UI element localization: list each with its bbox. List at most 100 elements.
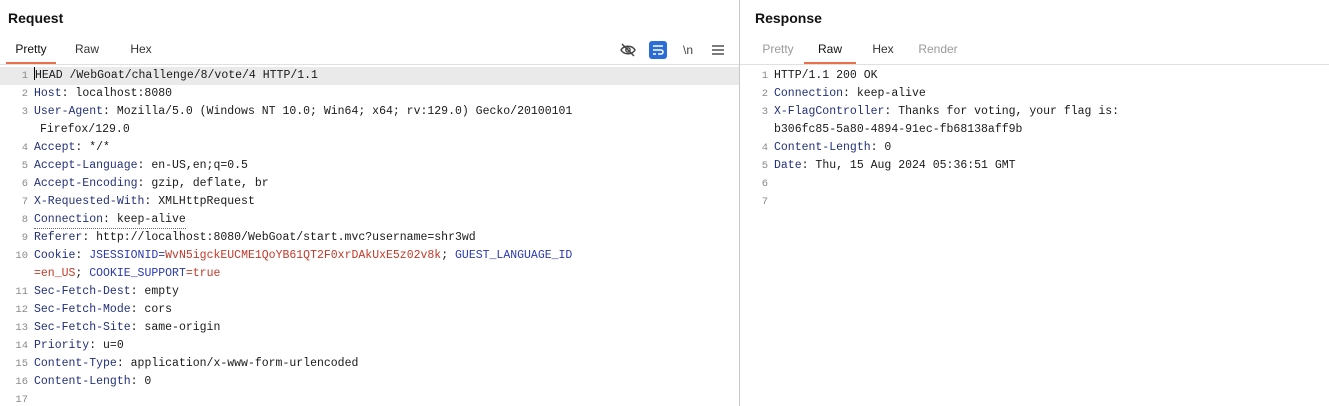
line-number: 3: [761, 106, 768, 118]
cookie-name: GUEST_LANGUAGE_ID: [455, 249, 573, 262]
cookie-name: COOKIE_SUPPORT: [89, 267, 186, 280]
request-title: Request: [8, 10, 64, 26]
request-tabs: Pretty Raw Hex: [6, 40, 164, 64]
request-line: 12 Sec-Fetch-Mode: cors: [0, 301, 739, 319]
line-number: 6: [21, 178, 28, 190]
status-line: HTTP/1.1 200 OK: [774, 69, 878, 82]
request-line-continuation: =en_US; COOKIE_SUPPORT=true: [0, 265, 739, 283]
line-number: [0, 121, 34, 139]
line-number: 5: [21, 160, 28, 172]
line-number: 11: [15, 286, 28, 298]
request-line: 16 Content-Length: 0: [0, 373, 739, 391]
header-value: http://localhost:8080/WebGoat/start.mvc?…: [89, 231, 476, 244]
header-name: Connection: [774, 87, 844, 100]
request-line: 10 Cookie: JSESSIONID=WvN5igckEUCME1QoYB…: [0, 247, 739, 265]
request-tab-hex[interactable]: Hex: [118, 40, 164, 64]
line-number: 15: [15, 358, 28, 370]
request-line: 4 Accept: */*: [0, 139, 739, 157]
line-number: 9: [21, 232, 28, 244]
response-tab-pretty[interactable]: Pretty: [752, 40, 804, 64]
response-tab-separator: [740, 64, 1329, 65]
header-value: gzip, deflate, br: [144, 177, 269, 190]
header-value: XMLHttpRequest: [151, 195, 255, 208]
header-name: Content-Type: [34, 357, 117, 370]
response-line: 3 X-FlagController: Thanks for voting, y…: [740, 103, 1329, 121]
response-editor[interactable]: 1 HTTP/1.1 200 OK 2 Connection: keep-ali…: [740, 67, 1329, 406]
header-value: Thanks for voting, your flag is:: [891, 105, 1120, 118]
request-line: 7 X-Requested-With: XMLHttpRequest: [0, 193, 739, 211]
header-name: X-Requested-With: [34, 195, 145, 208]
response-title: Response: [755, 10, 822, 26]
header-name: Host: [34, 87, 62, 100]
header-name: Cookie: [34, 249, 76, 262]
header-name: Accept-Encoding: [34, 177, 138, 190]
header-name: Sec-Fetch-Dest: [34, 285, 131, 298]
line-number: 7: [761, 196, 768, 208]
header-name: Accept: [34, 141, 76, 154]
line-number: 14: [15, 340, 28, 352]
line-number: 2: [761, 88, 768, 100]
header-value: Mozilla/5.0 (Windows NT 10.0; Win64; x64…: [109, 105, 573, 118]
line-number: [0, 265, 34, 283]
request-tab-raw[interactable]: Raw: [56, 40, 118, 64]
flag-value: b306fc85-5a80-4894-91ec-fb68138aff9b: [774, 123, 1023, 136]
header-name: Connection: [34, 213, 104, 226]
line-number: 13: [15, 322, 28, 334]
newline-toggle-button[interactable]: \n: [679, 41, 697, 59]
header-value: same-origin: [137, 321, 221, 334]
header-value: keep-alive: [849, 87, 926, 100]
request-line: 13 Sec-Fetch-Site: same-origin: [0, 319, 739, 337]
request-line: 8 Connection: keep-alive: [0, 211, 739, 229]
request-tab-pretty[interactable]: Pretty: [6, 40, 56, 64]
header-value: keep-alive: [109, 213, 186, 226]
response-line: 5 Date: Thu, 15 Aug 2024 05:36:51 GMT: [740, 157, 1329, 175]
line-number: 16: [15, 376, 28, 388]
line-number: 4: [21, 142, 28, 154]
header-name: X-FlagController: [774, 105, 885, 118]
response-line: 7: [740, 193, 1329, 211]
line-number: 10: [15, 250, 28, 262]
header-name: Priority: [34, 339, 90, 352]
header-name: Content-Length: [34, 375, 131, 388]
line-number: [740, 121, 774, 139]
line-number: 3: [21, 106, 28, 118]
line-number: 17: [15, 394, 28, 406]
response-line-continuation: b306fc85-5a80-4894-91ec-fb68138aff9b: [740, 121, 1329, 139]
request-line-text: HEAD /WebGoat/challenge/8/vote/4 HTTP/1.…: [35, 69, 318, 82]
header-value: Firefox/129.0: [40, 123, 130, 136]
header-value: 0: [137, 375, 152, 388]
header-value: en-US,en;q=0.5: [144, 159, 248, 172]
request-pane: Request Pretty Raw Hex \n 1 HEAD /WebGoa…: [0, 0, 739, 406]
request-line: 6 Accept-Encoding: gzip, deflate, br: [0, 175, 739, 193]
header-value: u=0: [96, 339, 124, 352]
request-line: 15 Content-Type: application/x-www-form-…: [0, 355, 739, 373]
header-value: cors: [137, 303, 173, 316]
response-line: 2 Connection: keep-alive: [740, 85, 1329, 103]
response-tab-hex[interactable]: Hex: [856, 40, 910, 64]
cookie-value: WvN5igckEUCME1QoYB61QT2F0xrDAkUxE5z02v8k: [165, 249, 442, 262]
cookie-separator: ;: [75, 267, 90, 280]
header-name: Date: [774, 159, 802, 172]
response-line: 6: [740, 175, 1329, 193]
line-number: 6: [761, 178, 768, 190]
wrap-lines-icon[interactable]: [649, 41, 667, 59]
cookie-name: JSESSIONID=: [82, 249, 166, 262]
request-line: 5 Accept-Language: en-US,en;q=0.5: [0, 157, 739, 175]
line-number: 5: [761, 160, 768, 172]
hamburger-menu-icon[interactable]: [709, 41, 727, 59]
response-tab-render[interactable]: Render: [910, 40, 966, 64]
header-value: localhost:8080: [68, 87, 173, 100]
response-line: 1 HTTP/1.1 200 OK: [740, 67, 1329, 85]
request-line: 11 Sec-Fetch-Dest: empty: [0, 283, 739, 301]
eye-slash-icon[interactable]: [619, 41, 637, 59]
request-editor[interactable]: 1 HEAD /WebGoat/challenge/8/vote/4 HTTP/…: [0, 67, 739, 406]
header-value: 0: [877, 141, 892, 154]
response-tab-raw[interactable]: Raw: [804, 40, 856, 64]
response-tabs: Pretty Raw Hex Render: [752, 40, 966, 64]
header-name: User-Agent: [34, 105, 104, 118]
request-line: 2 Host: localhost:8080: [0, 85, 739, 103]
request-line: 1 HEAD /WebGoat/challenge/8/vote/4 HTTP/…: [0, 67, 739, 85]
line-number: 2: [21, 88, 28, 100]
cookie-separator: ;: [441, 249, 456, 262]
line-number: 4: [761, 142, 768, 154]
